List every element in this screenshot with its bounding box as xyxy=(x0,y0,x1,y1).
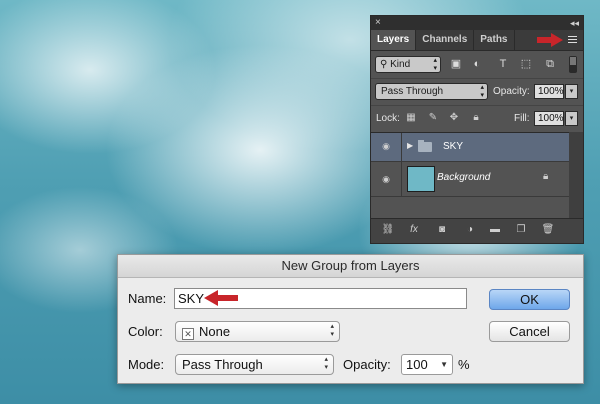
fx-icon[interactable]: fx xyxy=(407,224,421,236)
mode-value: Pass Through xyxy=(182,357,263,372)
layer-thumbnail xyxy=(407,166,435,192)
percent-unit: % xyxy=(458,357,470,372)
link-icon[interactable]: ⛓ xyxy=(381,224,395,236)
mode-select[interactable]: Pass Through ▴ ▾ xyxy=(175,354,334,375)
layer-row-background[interactable]: ◉ Background 🔒︎ xyxy=(371,162,571,197)
smart-object-filter-icon[interactable]: ⧉ xyxy=(543,58,557,70)
blend-mode-value: Pass Through xyxy=(381,86,444,97)
filter-kind-select[interactable]: ⚲ Kind ▴ ▾ xyxy=(375,56,441,73)
folder-icon xyxy=(418,140,432,152)
mode-label: Mode: xyxy=(128,357,165,372)
red-arrow-annotation-icon xyxy=(537,33,563,47)
fill-field[interactable]: 100% xyxy=(534,111,564,126)
lock-label: Lock: xyxy=(376,113,400,124)
layer-name: SKY xyxy=(443,141,464,152)
shape-filter-icon[interactable]: ⬚ xyxy=(519,58,533,70)
mask-icon[interactable]: ◙ xyxy=(435,224,449,236)
image-filter-icon[interactable]: ▣ xyxy=(449,58,463,70)
search-icon: ⚲ xyxy=(380,59,388,70)
opacity-field[interactable]: 100 ▼ xyxy=(401,354,453,375)
trash-icon[interactable]: 🗑︎ xyxy=(541,224,555,236)
tab-layers[interactable]: Layers xyxy=(371,30,417,50)
panel-menu-icon[interactable] xyxy=(565,34,577,46)
new-group-dialog: New Group from Layers Name: SKY OK Cance… xyxy=(117,254,584,384)
lock-row: Lock: ▦ ✎ ✥ 🔒︎ Fill: 100% ▾ xyxy=(371,105,583,132)
updown-arrows-icon: ▴ ▾ xyxy=(324,356,328,371)
no-color-swatch-icon: ✕ xyxy=(182,328,194,340)
tab-paths[interactable]: Paths xyxy=(474,30,515,50)
color-value: None xyxy=(199,324,231,339)
red-arrow-annotation-icon xyxy=(204,290,238,306)
type-filter-icon[interactable]: T xyxy=(496,58,510,70)
folder-icon[interactable]: ▬ xyxy=(488,224,502,236)
updown-arrows-icon: ▴ ▾ xyxy=(480,84,484,99)
expand-triangle-icon[interactable]: ▶ xyxy=(407,141,413,150)
tab-channels[interactable]: Channels xyxy=(416,30,475,50)
lock-position-icon[interactable]: ✥ xyxy=(448,112,460,124)
opacity-dropdown-icon[interactable]: ▼ xyxy=(440,355,448,374)
opacity-label: Opacity: xyxy=(493,86,530,97)
cancel-button[interactable]: Cancel xyxy=(489,321,570,342)
adjustment-filter-icon[interactable]: ◐ xyxy=(470,58,484,70)
blend-row: Pass Through ▴ ▾ Opacity: 100% ▾ xyxy=(371,78,583,105)
lock-transparency-icon[interactable]: ▦ xyxy=(405,112,417,124)
filter-toggle[interactable] xyxy=(569,56,577,73)
lock-paint-icon[interactable]: ✎ xyxy=(427,112,439,124)
layers-panel: × ◂◂ Layers Channels Paths ⚲ Kind ▴ ▾ ▣ ◐… xyxy=(370,15,584,244)
close-icon[interactable]: × xyxy=(375,16,381,30)
layer-row-sky[interactable]: ◉ ▶ SKY xyxy=(371,133,571,162)
eye-icon[interactable]: ◉ xyxy=(379,174,393,184)
updown-arrows-icon: ▴ ▾ xyxy=(433,57,437,72)
layers-list: ◉ ▶ SKY ◉ Background 🔒︎ xyxy=(371,132,571,220)
name-label: Name: xyxy=(128,291,167,306)
opacity-value: 100 xyxy=(406,357,428,372)
lock-icon: 🔒︎ xyxy=(543,171,549,182)
filter-row: ⚲ Kind ▴ ▾ ▣ ◐ T ⬚ ⧉ xyxy=(371,52,583,78)
panel-titlebar: × ◂◂ xyxy=(371,16,583,30)
opacity-dropdown-icon[interactable]: ▾ xyxy=(565,84,578,99)
name-value: SKY xyxy=(178,291,205,306)
color-label: Color: xyxy=(128,324,163,339)
panel-tabs: Layers Channels Paths xyxy=(371,30,583,51)
new-layer-icon[interactable]: ❐ xyxy=(514,224,528,236)
updown-arrows-icon: ▴ ▾ xyxy=(330,323,334,338)
blend-mode-select[interactable]: Pass Through ▴ ▾ xyxy=(375,83,488,100)
lock-all-icon[interactable]: 🔒︎ xyxy=(470,112,482,124)
layer-name: Background xyxy=(437,172,491,183)
layers-scrollbar[interactable] xyxy=(569,132,583,219)
opacity-label: Opacity: xyxy=(343,357,391,372)
collapse-icon[interactable]: ◂◂ xyxy=(570,16,579,30)
eye-icon[interactable]: ◉ xyxy=(379,141,393,151)
dialog-title: New Group from Layers xyxy=(118,255,583,278)
adjustment-icon[interactable]: ◑ xyxy=(463,224,477,236)
color-select[interactable]: ✕ None ▴ ▾ xyxy=(175,321,340,342)
opacity-field[interactable]: 100% xyxy=(534,84,564,99)
panel-bottom-toolbar: ⛓ fx ◙ ◑ ▬ ❐ 🗑︎ xyxy=(371,218,583,243)
fill-label: Fill: xyxy=(514,113,530,124)
fill-dropdown-icon[interactable]: ▾ xyxy=(565,111,578,126)
ok-button[interactable]: OK xyxy=(489,289,570,310)
filter-kind-label: Kind xyxy=(390,59,411,70)
